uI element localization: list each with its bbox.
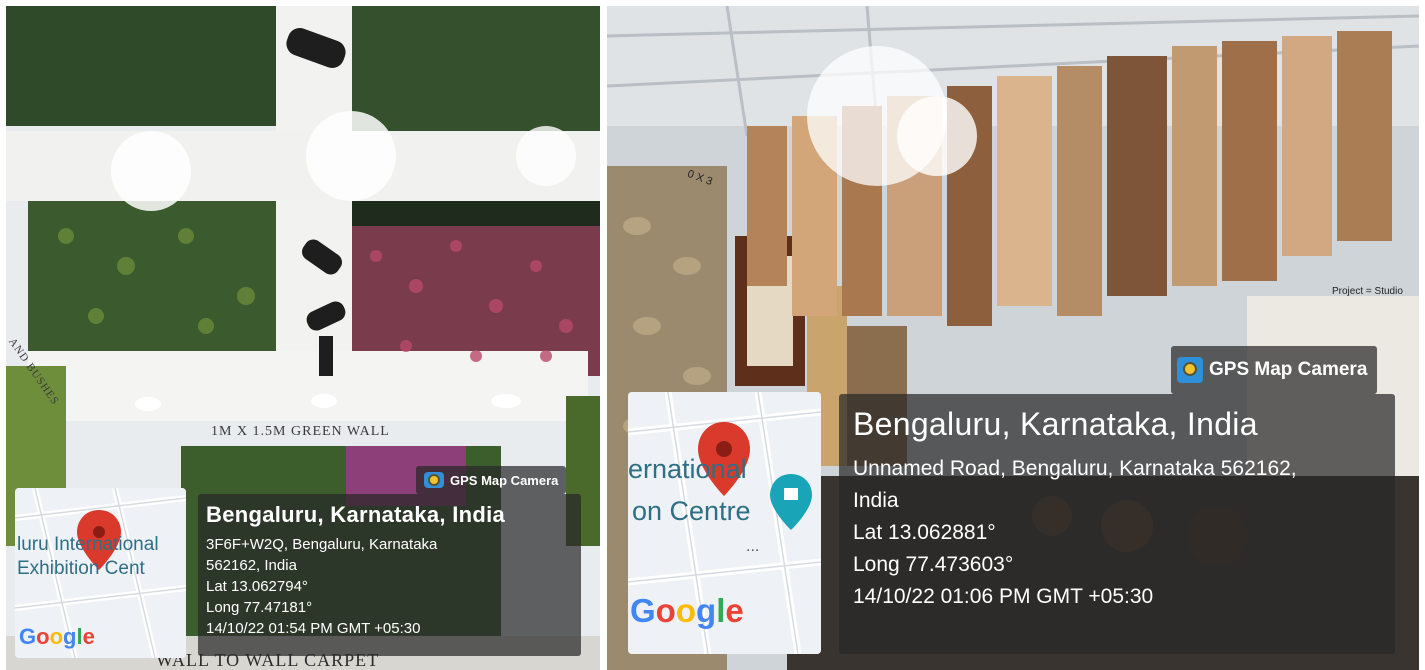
map-thumbnail-right: ernational on Centre ... Google [628, 392, 821, 654]
map-label-top: luru International [17, 534, 159, 555]
timestamp: 14/10/22 01:54 PM GMT +05:30 [206, 620, 421, 637]
gps-map-camera-label: GPS Map Camera [1209, 359, 1368, 380]
longitude: Long 77.47181° [206, 599, 313, 616]
gps-map-camera-label: GPS Map Camera [450, 472, 559, 488]
gps-map-camera-tag-left: GPS Map Camera [416, 466, 567, 494]
gps-map-camera-icon [424, 472, 444, 488]
longitude: Long 77.473603° [853, 553, 1014, 576]
google-logo: Google [19, 624, 95, 649]
location-info-panel-left: Bengaluru, Karnataka, India 3F6F+W2Q, Be… [198, 494, 581, 656]
map-label-bottom: on Centre [632, 496, 751, 526]
location-city: Bengaluru, Karnataka, India [206, 502, 506, 527]
map-label-top: ernational [628, 454, 747, 484]
address-line-1: 3F6F+W2Q, Bengaluru, Karnataka [206, 536, 438, 553]
latitude: Lat 13.062881° [853, 521, 996, 544]
location-city: Bengaluru, Karnataka, India [853, 406, 1258, 442]
map-label-extra: ... [746, 538, 760, 555]
gps-map-camera-tag-right: GPS Map Camera [1171, 346, 1378, 394]
address-line-2: 562162, India [206, 557, 297, 574]
map-thumbnail-left: luru International Exhibition Cent Googl… [15, 488, 186, 658]
map-label-bottom: Exhibition Cent [17, 558, 145, 579]
address-line-2: India [853, 489, 899, 512]
wall-title-text: 1M X 1.5M GREEN WALL [211, 424, 390, 439]
location-info-panel-right: Bengaluru, Karnataka, India Unnamed Road… [839, 394, 1395, 654]
address-line-1: Unnamed Road, Bengaluru, Karnataka 56216… [853, 457, 1297, 480]
latitude: Lat 13.062794° [206, 578, 308, 595]
gps-map-camera-icon [1177, 357, 1203, 383]
timestamp: 14/10/22 01:06 PM GMT +05:30 [853, 585, 1154, 608]
project-text: Project = Studio [1332, 286, 1403, 297]
google-logo: Google [630, 592, 744, 629]
